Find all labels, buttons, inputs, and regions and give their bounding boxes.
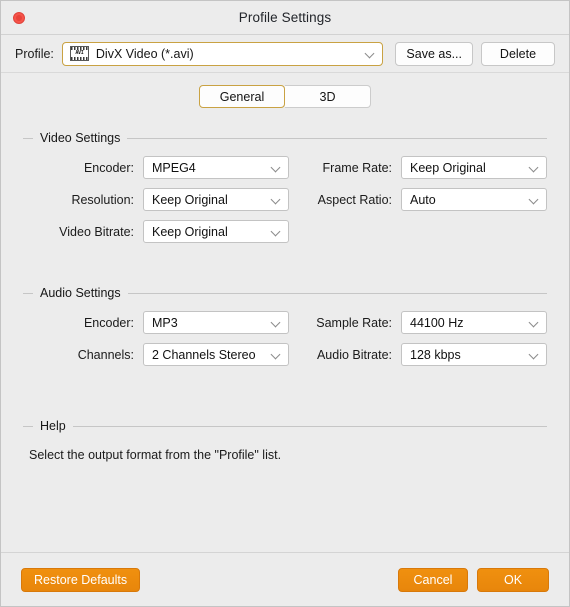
field-value: Auto (410, 192, 436, 207)
chevron-down-icon (529, 349, 540, 360)
ok-button[interactable]: OK (477, 567, 549, 592)
restore-defaults-button[interactable]: Restore Defaults (21, 567, 141, 592)
audio-settings-header: Audio Settings (23, 285, 547, 301)
chevron-down-icon (271, 226, 282, 237)
chevron-down-icon (271, 162, 282, 173)
channels-select[interactable]: 2 Channels Stereo (143, 343, 289, 366)
profile-row: Profile: AVI DivX Video (*.avi) Save as.… (1, 35, 569, 73)
group-rule (127, 292, 547, 294)
audio-encoder-select[interactable]: MP3 (143, 311, 289, 334)
field-label: Video Bitrate: (59, 224, 134, 239)
profile-label: Profile: (15, 46, 54, 61)
audio-settings-fields: Encoder: MP3 Sample Rate: 44100 Hz Chann… (23, 311, 547, 366)
profile-value: DivX Video (*.avi) (95, 46, 194, 61)
field-video-encoder: Encoder: MPEG4 (23, 156, 295, 179)
field-sample-rate: Sample Rate: 44100 Hz (295, 311, 547, 334)
field-value: Keep Original (152, 192, 228, 207)
field-value: 128 kbps (410, 347, 461, 362)
field-frame-rate: Frame Rate: Keep Original (295, 156, 547, 179)
profile-select[interactable]: AVI DivX Video (*.avi) (61, 41, 384, 66)
cancel-button[interactable]: Cancel (398, 567, 468, 592)
window-title: Profile Settings (238, 10, 332, 25)
help-header: Help (23, 418, 547, 434)
field-value: MP3 (152, 315, 178, 330)
field-row: Encoder: MPEG4 Frame Rate: Keep Original (23, 156, 547, 179)
video-encoder-select[interactable]: MPEG4 (143, 156, 289, 179)
sample-rate-select[interactable]: 44100 Hz (401, 311, 547, 334)
chevron-down-icon (271, 349, 282, 360)
field-resolution: Resolution: Keep Original (23, 188, 295, 211)
settings-content: General 3D Video Settings Encoder: MPEG4 (1, 73, 569, 552)
field-label: Encoder: (83, 315, 134, 330)
chevron-down-icon (271, 194, 282, 205)
audio-bitrate-select[interactable]: 128 kbps (401, 343, 547, 366)
field-label: Frame Rate: (322, 160, 392, 175)
field-aspect-ratio: Aspect Ratio: Auto (295, 188, 547, 211)
field-video-bitrate: Video Bitrate: Keep Original (23, 220, 298, 243)
footer-bar: Restore Defaults Cancel OK (1, 552, 569, 606)
field-audio-bitrate: Audio Bitrate: 128 kbps (295, 343, 547, 366)
field-label: Aspect Ratio: (317, 192, 392, 207)
tab-general[interactable]: General (199, 85, 285, 108)
group-rule-left (23, 425, 33, 427)
field-label: Audio Bitrate: (316, 347, 392, 362)
profile-settings-window: Profile Settings Profile: AVI DivX Video… (0, 0, 570, 607)
field-row: Resolution: Keep Original Aspect Ratio: … (23, 188, 547, 211)
tab-bar: General 3D (15, 73, 555, 116)
field-row: Video Bitrate: Keep Original (23, 220, 547, 243)
avi-file-icon: AVI (69, 46, 89, 61)
field-channels: Channels: 2 Channels Stereo (23, 343, 295, 366)
field-label: Encoder: (83, 160, 134, 175)
field-value: MPEG4 (152, 160, 196, 175)
field-value: 2 Channels Stereo (152, 347, 256, 362)
video-settings-fields: Encoder: MPEG4 Frame Rate: Keep Original (23, 156, 547, 243)
chevron-down-icon (529, 194, 540, 205)
field-value: Keep Original (410, 160, 486, 175)
save-as-button[interactable]: Save as... (395, 41, 473, 66)
field-label: Sample Rate: (316, 315, 392, 330)
field-row: Channels: 2 Channels Stereo Audio Bitrat… (23, 343, 547, 366)
group-rule (72, 425, 547, 427)
chevron-down-icon (271, 317, 282, 328)
title-bar: Profile Settings (1, 1, 569, 35)
tab-3d[interactable]: 3D (285, 85, 371, 108)
video-settings-header: Video Settings (23, 130, 547, 146)
video-settings-group: Video Settings Encoder: MPEG4 Frame Rate… (15, 130, 555, 243)
video-bitrate-select[interactable]: Keep Original (143, 220, 289, 243)
group-rule-left (23, 292, 33, 294)
film-perforation-bottom (70, 57, 88, 60)
avi-icon-label: AVI (75, 50, 84, 56)
help-text: Select the output format from the "Profi… (29, 448, 282, 462)
chevron-down-icon (365, 48, 376, 59)
help-title: Help (40, 419, 66, 433)
close-icon[interactable] (13, 12, 25, 24)
chevron-down-icon (529, 162, 540, 173)
field-value: 44100 Hz (410, 315, 464, 330)
audio-settings-title: Audio Settings (40, 286, 121, 300)
resolution-select[interactable]: Keep Original (143, 188, 289, 211)
field-label: Resolution: (71, 192, 134, 207)
field-audio-encoder: Encoder: MP3 (23, 311, 295, 334)
help-group: Help Select the output format from the "… (15, 418, 555, 462)
delete-button[interactable]: Delete (481, 41, 555, 66)
aspect-ratio-select[interactable]: Auto (401, 188, 547, 211)
field-value: Keep Original (152, 224, 228, 239)
audio-settings-group: Audio Settings Encoder: MP3 Sample Rate: (15, 285, 555, 366)
frame-rate-select[interactable]: Keep Original (401, 156, 547, 179)
group-rule-left (23, 137, 33, 139)
field-label: Channels: (77, 347, 134, 362)
footer-actions: Cancel OK (398, 567, 549, 592)
group-rule (127, 137, 547, 139)
video-settings-title: Video Settings (40, 131, 121, 145)
field-row: Encoder: MP3 Sample Rate: 44100 Hz (23, 311, 547, 334)
chevron-down-icon (529, 317, 540, 328)
